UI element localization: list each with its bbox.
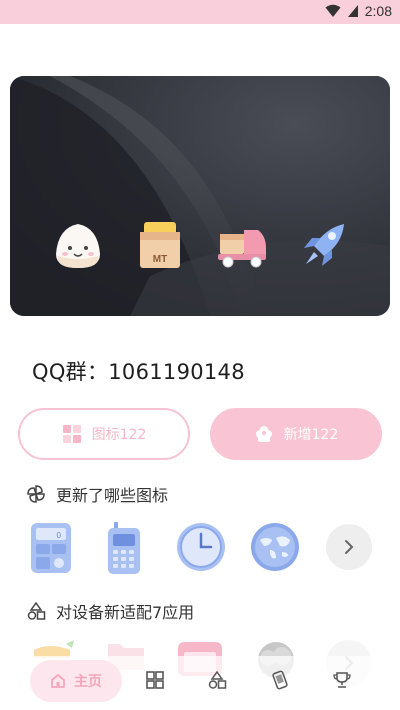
nav-phone-tilt-icon[interactable] <box>270 670 290 690</box>
svg-text:MT: MT <box>153 254 167 265</box>
nav-trophy-icon[interactable] <box>332 670 352 690</box>
pinwheel-icon <box>27 485 45 503</box>
icons-count-button[interactable]: 图标122 <box>18 408 190 460</box>
chevron-right-icon <box>345 540 354 554</box>
section-adapted-title-row: 对设备新适配7应用 <box>26 599 194 623</box>
nav-home-tab[interactable]: 主页 <box>30 660 122 702</box>
nav-home-label: 主页 <box>74 674 102 690</box>
banner[interactable]: MT <box>10 76 390 316</box>
status-time: 2:08 <box>364 3 392 19</box>
signal-icon <box>347 5 358 17</box>
delivery-truck-icon <box>218 230 266 268</box>
qq-group-text: QQ群：1061190148 <box>32 360 245 384</box>
phone-icon[interactable] <box>104 522 144 574</box>
status-bar: 2:08 <box>0 0 400 24</box>
more-updated-button[interactable] <box>326 524 372 570</box>
section-adapted-title: 对设备新适配7应用 <box>56 603 195 622</box>
wifi-icon <box>325 4 341 17</box>
shapes-icon <box>27 601 46 620</box>
home-icon <box>51 674 65 688</box>
svg-text:0: 0 <box>57 531 62 540</box>
flower-icon <box>255 426 272 442</box>
new-count-label: 新增122 <box>283 427 339 443</box>
world-map-icon[interactable] <box>250 522 300 572</box>
grid-icon <box>62 425 81 443</box>
meituan-box-icon: MT <box>140 222 180 268</box>
banner-background <box>10 76 390 316</box>
updated-icons-row: 0 <box>0 522 400 576</box>
nav-shapes-tab-icon[interactable] <box>207 670 227 690</box>
status-icons: 2:08 <box>325 3 392 19</box>
section-updated-title: 更新了哪些图标 <box>56 486 169 505</box>
new-count-button[interactable]: 新增122 <box>210 408 382 460</box>
calculator-icon[interactable]: 0 <box>30 522 72 574</box>
nav-icons-tab-grid-icon[interactable] <box>145 670 165 690</box>
bottom-navigation: 主页 <box>0 656 400 710</box>
icons-count-label: 图标122 <box>91 427 147 443</box>
rocket-icon <box>304 224 344 266</box>
rice-ball-icon <box>56 224 100 268</box>
clock-icon[interactable] <box>176 522 226 572</box>
section-updated-title-row: 更新了哪些图标 <box>26 482 168 506</box>
